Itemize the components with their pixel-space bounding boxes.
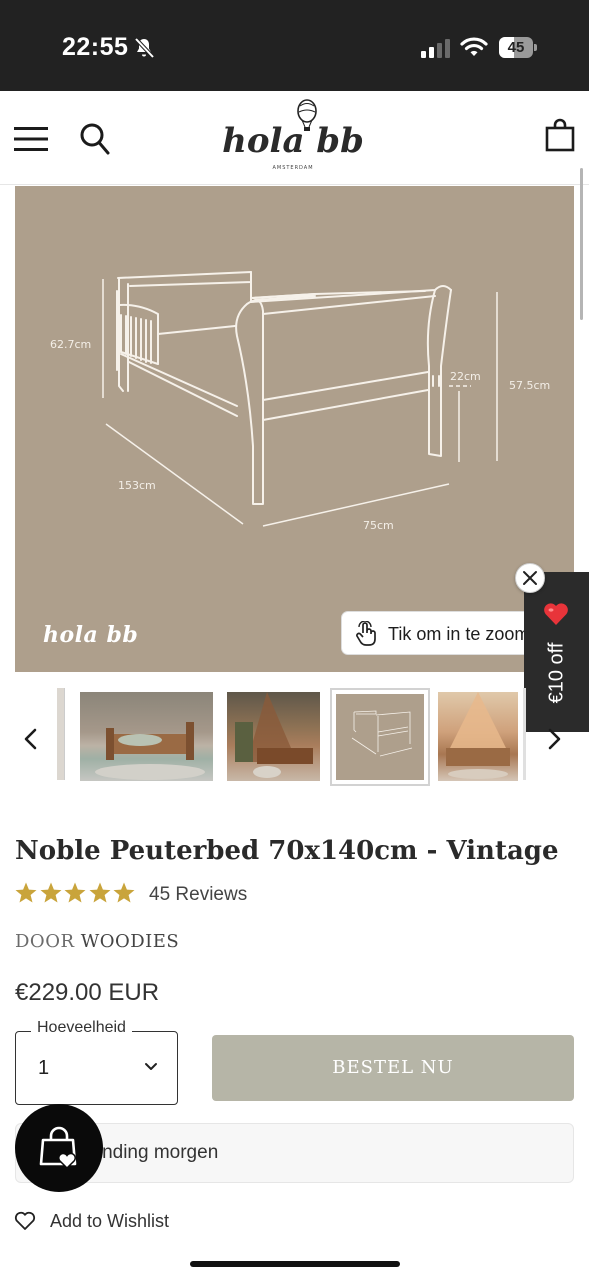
product-price: €229.00 EUR xyxy=(15,979,160,1006)
search-icon[interactable] xyxy=(79,122,111,156)
quantity-label: Hoeveelheid xyxy=(31,1019,132,1037)
chevron-down-icon xyxy=(145,1063,157,1070)
logo-subtext: AMSTERDAM xyxy=(272,165,313,171)
hamburger-menu-icon[interactable] xyxy=(14,125,48,153)
star-icon xyxy=(89,882,110,903)
dim-height-left: 62.7cm xyxy=(50,338,91,351)
image-watermark: hola bb xyxy=(43,622,139,648)
thumbnail-strip xyxy=(0,684,589,794)
site-header: hola bb AMSTERDAM xyxy=(0,91,589,185)
star-icon xyxy=(40,882,61,903)
thumbnail-bed-room-2[interactable] xyxy=(227,692,320,781)
thumbnail-partial[interactable] xyxy=(57,688,65,780)
battery-level: 45 xyxy=(507,39,525,56)
product-image[interactable]: 62.7cm 153cm 75cm 22cm 57.5cm hola bb Ti… xyxy=(15,186,574,672)
star-icon xyxy=(15,882,37,903)
signal-icon xyxy=(421,39,450,58)
page-scrollbar[interactable] xyxy=(580,168,583,320)
logo-text: hola bb xyxy=(222,121,364,161)
chevron-right-icon[interactable] xyxy=(540,724,568,754)
product-title: Noble Peuterbed 70x140cm - Vintage xyxy=(15,836,559,866)
close-promo-button[interactable] xyxy=(515,563,545,593)
logo[interactable]: hola bb AMSTERDAM xyxy=(222,97,364,177)
reviews-count-link[interactable]: 45 Reviews xyxy=(149,884,247,906)
dim-side-rail: 22cm xyxy=(450,370,481,383)
dim-length: 153cm xyxy=(118,479,156,492)
heart-outline-icon xyxy=(14,1211,36,1230)
chevron-left-icon[interactable] xyxy=(17,724,45,754)
dim-width: 75cm xyxy=(363,519,394,532)
thumbnail-bed-room-1[interactable] xyxy=(80,692,213,781)
brand-prefix: DOOR xyxy=(15,931,75,952)
status-time: 22:55 xyxy=(62,33,129,61)
thumbnail-bed-room-3[interactable] xyxy=(438,692,518,781)
brand-line: DOOR WOODIES xyxy=(15,931,179,952)
balloon-logo-icon: hola bb AMSTERDAM xyxy=(222,99,364,171)
wishlist-label: Add to Wishlist xyxy=(50,1211,170,1231)
battery-indicator: 45 xyxy=(499,37,537,58)
quantity-select[interactable]: Hoeveelheid 1 xyxy=(15,1019,178,1105)
thumbnail-dimensions-selected[interactable] xyxy=(330,688,430,786)
tap-hand-icon xyxy=(356,621,376,646)
quantity-value: 1 xyxy=(38,1057,50,1079)
cart-floating-button[interactable] xyxy=(15,1104,103,1192)
wifi-icon xyxy=(460,37,488,56)
shopping-bag-heart-icon xyxy=(39,1126,77,1170)
star-icon xyxy=(64,882,86,903)
heart-icon xyxy=(544,603,568,625)
dim-height-right: 57.5cm xyxy=(509,379,550,392)
status-bar: 22:55 45 xyxy=(0,0,589,91)
shopping-bag-icon[interactable] xyxy=(544,118,576,152)
bell-slash-icon xyxy=(134,37,155,59)
home-indicator xyxy=(190,1261,400,1267)
close-icon xyxy=(523,571,537,585)
star-icon xyxy=(113,882,135,903)
bed-line-drawing: 62.7cm 153cm 75cm 22cm 57.5cm xyxy=(50,271,550,532)
order-now-button[interactable]: BESTEL NU xyxy=(212,1035,574,1101)
brand-name[interactable]: WOODIES xyxy=(81,931,180,952)
